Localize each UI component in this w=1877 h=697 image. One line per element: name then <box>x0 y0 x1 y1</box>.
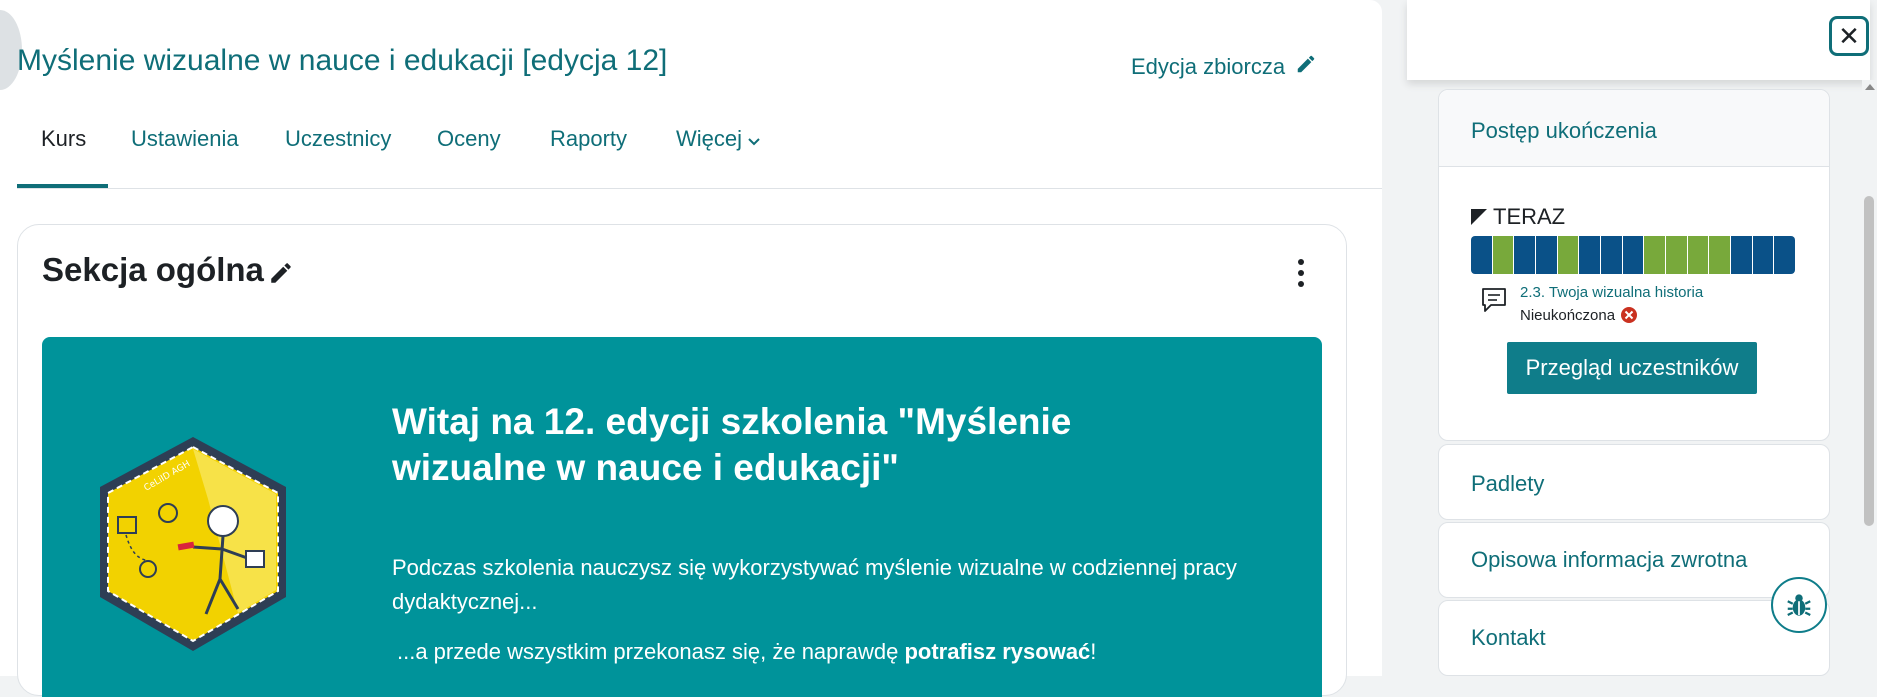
chat-icon <box>1479 285 1509 320</box>
tab-ustawienia[interactable]: Ustawienia <box>131 126 239 152</box>
block-title-progress[interactable]: Postęp ukończenia <box>1471 118 1657 144</box>
progress-segment-15[interactable] <box>1774 236 1795 274</box>
error-icon <box>1621 307 1638 323</box>
progress-bar <box>1471 236 1795 274</box>
tab-kurs[interactable]: Kurs <box>41 126 86 152</box>
activity-status-label: Nieukończona <box>1520 306 1616 324</box>
divider <box>1439 166 1829 167</box>
progress-segment-6[interactable] <box>1579 236 1602 274</box>
tab-oceny[interactable]: Oceny <box>437 126 501 152</box>
tab-uczestnicy[interactable]: Uczestnicy <box>285 126 391 152</box>
feedback-block: Opisowa informacja zwrotna <box>1438 522 1830 598</box>
now-marker: TERAZ <box>1471 204 1565 230</box>
now-marker-icon <box>1471 209 1487 225</box>
progress-segment-4[interactable] <box>1536 236 1558 274</box>
progress-segment-3[interactable] <box>1514 236 1537 274</box>
course-badge-logo: CeLiID AGH <box>88 429 298 664</box>
progress-segment-1[interactable] <box>1471 236 1493 274</box>
course-nav-tabs: Kurs Ustawienia Uczestnicy Oceny Raporty… <box>17 108 1382 189</box>
bulk-edit-label: Edycja zbiorcza <box>1131 54 1286 79</box>
progress-segment-7[interactable] <box>1601 236 1623 274</box>
section-card: Sekcja ogólna CeLiID AGH Witaj na 12. ed… <box>17 224 1347 697</box>
progress-segment-12[interactable] <box>1709 236 1732 274</box>
activity-link[interactable]: 2.3. Twoja wizualna historia <box>1520 284 1703 301</box>
now-label: TERAZ <box>1493 204 1566 229</box>
close-icon[interactable]: ✕ <box>1829 16 1869 56</box>
participants-overview-button[interactable]: Przegląd uczestników <box>1507 342 1757 394</box>
tab-wiecej-label: Więcej <box>676 126 743 151</box>
progress-segment-11[interactable] <box>1687 236 1710 274</box>
banner-paragraph-2-end: ! <box>1090 639 1097 664</box>
progress-segment-9[interactable] <box>1644 236 1667 274</box>
padlety-block: Padlety <box>1438 444 1830 520</box>
course-title: Myślenie wizualne w nauce i edukacji [ed… <box>17 44 668 77</box>
progress-segment-10[interactable] <box>1666 236 1688 274</box>
progress-segment-2[interactable] <box>1492 236 1515 274</box>
bulk-edit-link[interactable]: Edycja zbiorcza <box>1131 53 1317 81</box>
banner-paragraph-2: ...a przede wszystkim przekonasz się, że… <box>397 639 1277 665</box>
drawer-header <box>1407 0 1870 80</box>
tab-wiecej[interactable]: Więcej <box>676 126 760 153</box>
chevron-down-icon <box>748 127 760 153</box>
block-title-feedback[interactable]: Opisowa informacja zwrotna <box>1471 547 1747 573</box>
active-tab-indicator <box>17 184 108 188</box>
banner-paragraph-2-text: ...a przede wszystkim przekonasz się, że… <box>397 639 905 664</box>
scroll-up-arrow-icon[interactable] <box>1865 84 1875 90</box>
pencil-icon <box>1295 53 1317 81</box>
welcome-banner: CeLiID AGH Witaj na 12. edycji szkolenia… <box>42 337 1322 697</box>
progress-segment-13[interactable] <box>1731 236 1753 274</box>
banner-paragraph-2-bold: potrafisz rysować <box>904 639 1091 664</box>
drawer-scrollbar-thumb[interactable] <box>1864 196 1874 526</box>
course-main: Myślenie wizualne w nauce i edukacji [ed… <box>0 0 1382 697</box>
pencil-icon[interactable] <box>268 260 294 291</box>
progress-segment-8[interactable] <box>1622 236 1645 274</box>
progress-segment-5[interactable] <box>1557 236 1580 274</box>
activity-status: Nieukończona <box>1520 306 1638 324</box>
bug-report-button[interactable] <box>1771 577 1827 633</box>
progress-segment-14[interactable] <box>1752 236 1775 274</box>
bug-icon <box>1787 594 1811 617</box>
kebab-icon[interactable] <box>1291 255 1311 291</box>
completion-progress-block: Postęp ukończenia TERAZ 2.3. Twoja wizua… <box>1438 89 1830 441</box>
tab-raporty[interactable]: Raporty <box>550 126 627 152</box>
banner-heading: Witaj na 12. edycji szkolenia "Myślenie … <box>392 401 1072 488</box>
block-title-padlety[interactable]: Padlety <box>1471 471 1544 497</box>
banner-paragraph: Podczas szkolenia nauczysz się wykorzyst… <box>392 555 1237 614</box>
block-title-kontakt[interactable]: Kontakt <box>1471 625 1546 651</box>
section-title: Sekcja ogólna <box>42 251 264 288</box>
